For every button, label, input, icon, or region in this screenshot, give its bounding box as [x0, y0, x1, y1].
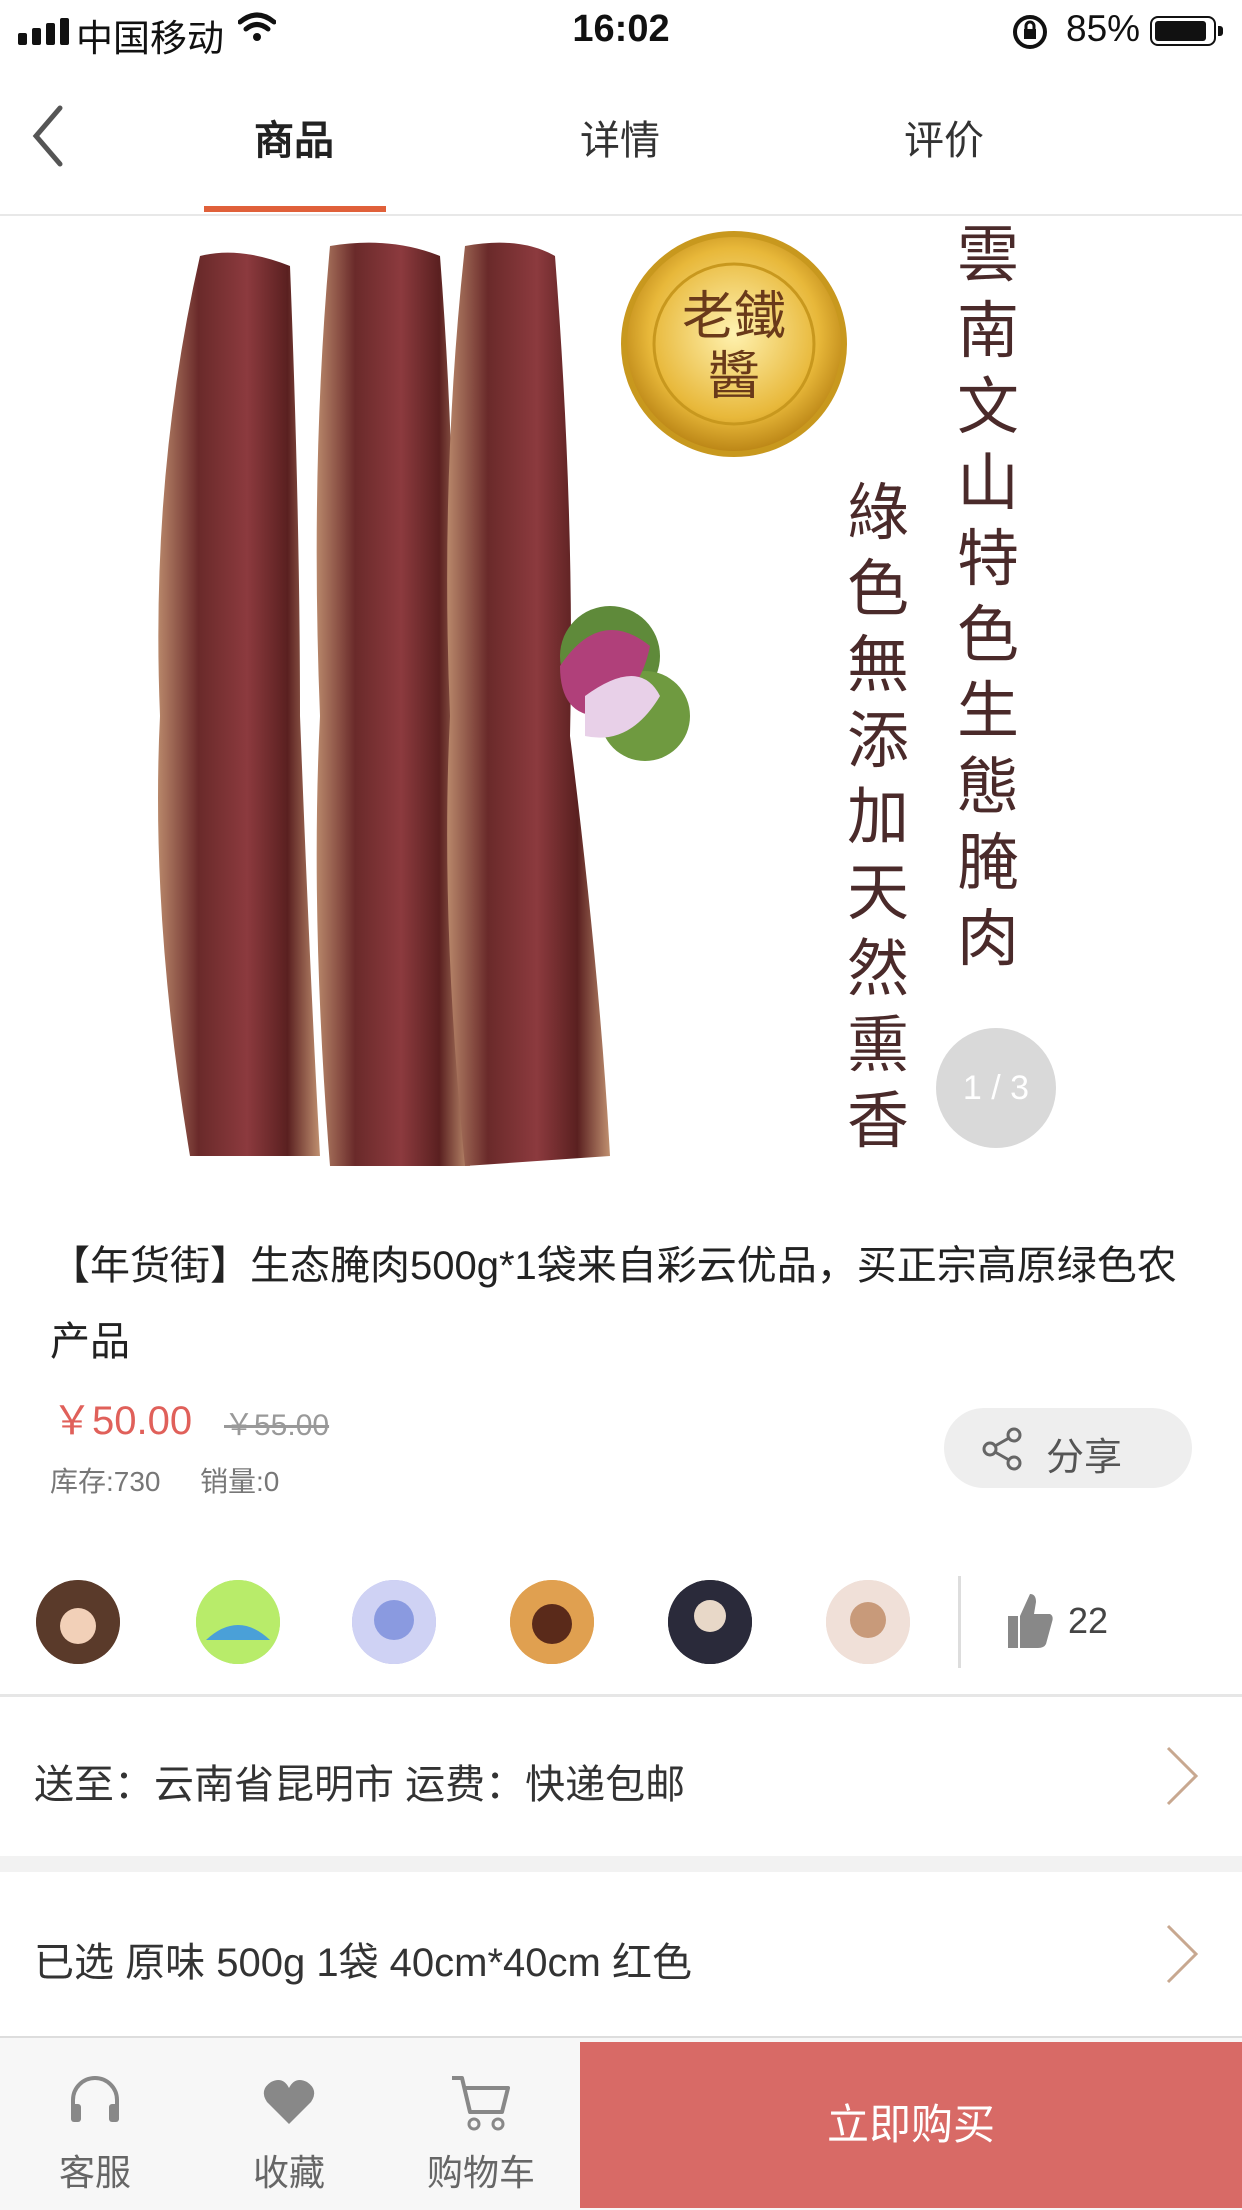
tab-product[interactable]: 商品: [194, 108, 394, 166]
liked-users-row: 22: [0, 1576, 1242, 1692]
buy-now-button[interactable]: 立即购买: [580, 2042, 1242, 2208]
svg-text:南: 南: [957, 294, 1019, 367]
back-icon[interactable]: [30, 104, 66, 168]
svg-text:文: 文: [957, 370, 1019, 443]
avatar[interactable]: [36, 1580, 120, 1664]
svg-text:醬: 醬: [708, 347, 760, 407]
stock-count: 库存:730: [50, 1466, 161, 1497]
divider: [958, 1576, 961, 1668]
tab-reviews[interactable]: 评价: [844, 108, 1044, 166]
shopping-cart-icon: [452, 2076, 510, 2131]
svg-text:態: 態: [957, 750, 1019, 823]
tab-details[interactable]: 详情: [520, 108, 720, 166]
heart-icon: [263, 2080, 315, 2124]
svg-text:天: 天: [847, 856, 909, 929]
customer-service-label: 客服: [58, 2152, 131, 2193]
divider: [0, 1694, 1242, 1697]
svg-text:然: 然: [847, 932, 909, 1005]
image-pager: 1 / 3: [936, 1028, 1056, 1148]
chevron-right-icon[interactable]: [1162, 1744, 1202, 1808]
svg-text:生: 生: [957, 674, 1019, 747]
svg-text:添: 添: [847, 704, 909, 777]
headset-icon: [71, 2076, 119, 2122]
cart-label: 购物车: [426, 2152, 535, 2193]
chevron-right-icon[interactable]: [1162, 1922, 1202, 1986]
like-count: 22: [1068, 1600, 1109, 1641]
svg-text:綠: 綠: [847, 476, 909, 549]
avatar[interactable]: [196, 1580, 280, 1664]
cart-button[interactable]: 购物车: [386, 2038, 576, 2210]
rotation-lock-icon: [1013, 15, 1047, 49]
product-image-carousel[interactable]: 老鐵 醬 雲南文 山特色 生態腌 肉 綠色無 添加天 然熏香: [0, 216, 1242, 1216]
avatar[interactable]: [510, 1580, 594, 1664]
shipping-info[interactable]: 送至：云南省昆明市 运费：快递包邮: [34, 1752, 685, 1810]
original-price: ￥55.00: [224, 1409, 330, 1442]
clock: 16:02: [572, 8, 670, 50]
product-title: 【年货街】生态腌肉500g*1袋来自彩云优品，买正宗高原绿色农产品: [50, 1244, 1177, 1364]
svg-text:色: 色: [847, 552, 909, 625]
favorite-button[interactable]: 收藏: [194, 2038, 384, 2210]
thumbs-up-icon[interactable]: [1006, 1590, 1054, 1650]
svg-text:香: 香: [847, 1084, 909, 1157]
brand-seal-text: 老鐵: [682, 287, 786, 347]
current-price: ￥50.00: [52, 1399, 193, 1443]
status-bar: 中国移动 16:02 85%: [0, 0, 1242, 64]
selected-options[interactable]: 已选 原味 500g 1袋 40cm*40cm 红色: [34, 1930, 692, 1988]
svg-text:腌: 腌: [957, 826, 1019, 899]
favorite-label: 收藏: [252, 2152, 325, 2193]
svg-text:無: 無: [847, 628, 909, 701]
active-tab-indicator: [204, 206, 386, 212]
avatar[interactable]: [668, 1580, 752, 1664]
share-label: 分享: [1046, 1437, 1123, 1479]
svg-text:色: 色: [957, 598, 1019, 671]
product-image: 老鐵 醬 雲南文 山特色 生態腌 肉 綠色無 添加天 然熏香: [0, 216, 1242, 1216]
svg-text:熏: 熏: [847, 1008, 909, 1081]
svg-text:雲: 雲: [957, 218, 1019, 291]
customer-service-button[interactable]: 客服: [0, 2038, 190, 2210]
avatar[interactable]: [826, 1580, 910, 1664]
battery-percent: 85%: [1066, 8, 1141, 49]
svg-text:加: 加: [847, 780, 909, 853]
svg-text:特: 特: [957, 522, 1019, 595]
svg-text:山: 山: [957, 446, 1019, 519]
top-nav: 商品 详情 评价: [0, 64, 1242, 216]
svg-text:肉: 肉: [957, 902, 1019, 975]
share-button[interactable]: 分享: [944, 1408, 1192, 1488]
avatar[interactable]: [352, 1580, 436, 1664]
sales-count: 销量:0: [200, 1466, 280, 1497]
share-icon: [982, 1427, 1022, 1471]
battery-icon: [1150, 16, 1223, 46]
section-gap: [0, 1856, 1242, 1872]
